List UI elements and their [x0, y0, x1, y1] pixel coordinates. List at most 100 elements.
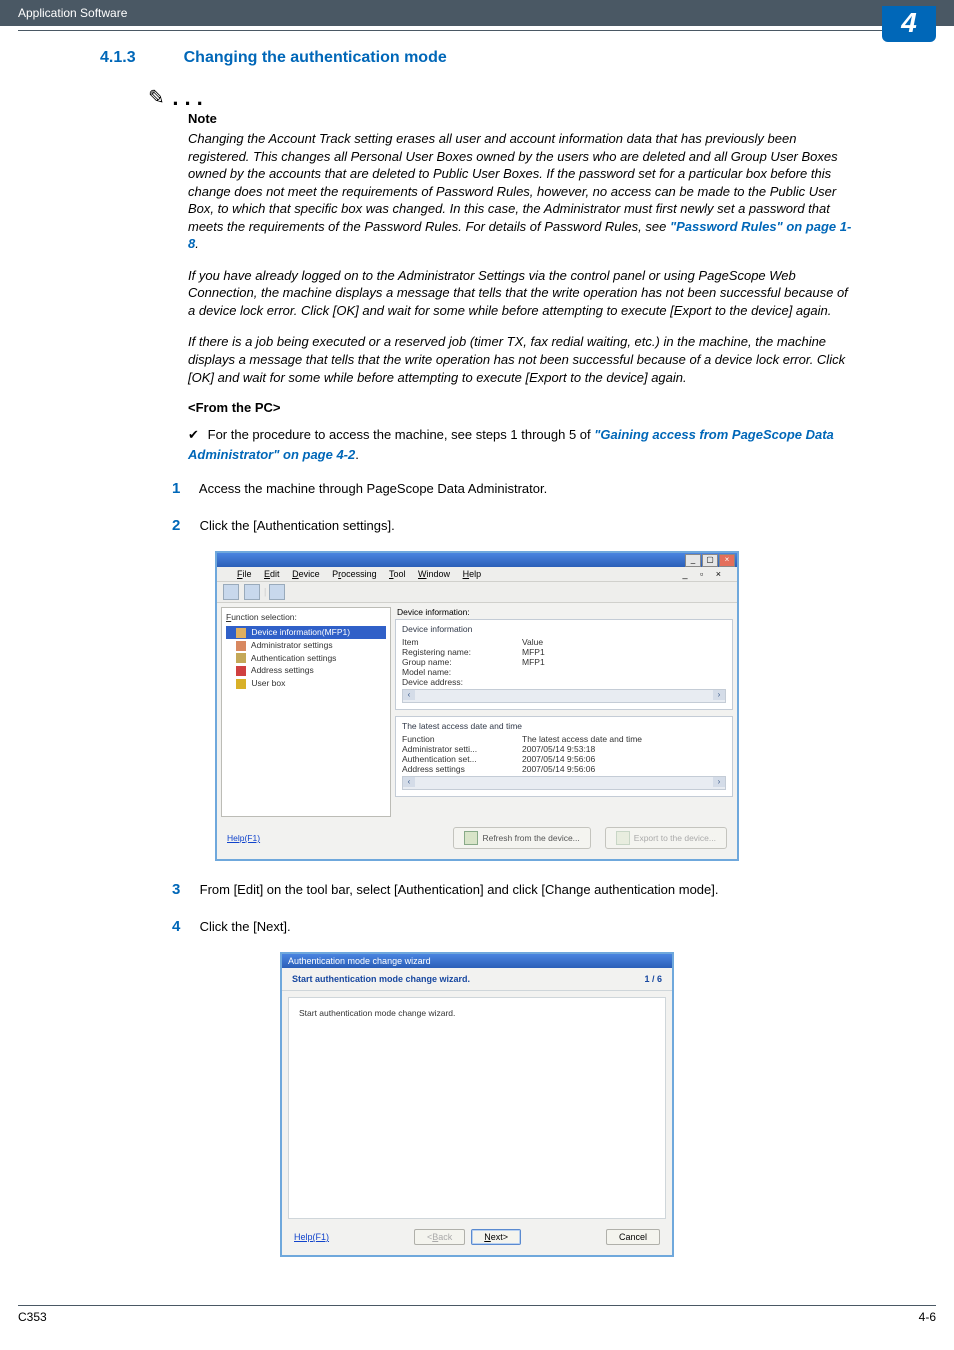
step-3: 3 From [Edit] on the tool bar, select [A…: [172, 879, 854, 902]
tree-device-information-label: Device information(MFP1): [251, 627, 350, 637]
function-selection-pane: Function selection: Device information(M…: [221, 607, 391, 817]
note-paragraph-2: If you have already logged on to the Adm…: [188, 267, 854, 320]
note-block: ✎ ... Note Changing the Account Track se…: [188, 85, 854, 386]
row-device-address: Device address:: [402, 677, 522, 687]
wizard-body: Start authentication mode change wizard.: [288, 997, 666, 1219]
step-3-num: 3: [172, 879, 196, 902]
menu-tool[interactable]: Tool: [389, 569, 406, 579]
from-pc-heading: <From the PC>: [188, 400, 854, 415]
note-paragraph-1: Changing the Account Track setting erase…: [188, 130, 854, 253]
footer-page-number: 4-6: [919, 1310, 936, 1324]
check-icon: ✔: [188, 425, 204, 445]
tree-user-box[interactable]: User box: [226, 677, 386, 690]
address-settings-icon: [236, 666, 246, 676]
wizard-cancel-button[interactable]: Cancel: [606, 1229, 660, 1245]
scroll-right-icon-2[interactable]: ›: [713, 777, 725, 787]
tree-device-information[interactable]: Device information(MFP1): [226, 626, 386, 639]
scroll-left-icon-2[interactable]: ‹: [403, 777, 415, 787]
wizard-subbar: Start authentication mode change wizard.…: [282, 968, 672, 991]
row-address-time: 2007/05/14 9:56:06: [522, 764, 595, 774]
menu-help[interactable]: Help: [463, 569, 482, 579]
screenshot-2-wrap: Authentication mode change wizard Start …: [100, 952, 854, 1257]
refresh-from-device-button[interactable]: Refresh from the device...: [453, 827, 590, 849]
wizard-body-text: Start authentication mode change wizard.: [299, 1008, 455, 1018]
device-info-icon: [236, 628, 246, 638]
device-info-scrollbar[interactable]: ‹ ›: [402, 689, 726, 703]
tree-administrator-settings[interactable]: Administrator settings: [226, 639, 386, 652]
col-item: Item: [402, 637, 522, 647]
close-icon[interactable]: ×: [719, 554, 735, 567]
row-admin-time: 2007/05/14 9:53:18: [522, 744, 595, 754]
refresh-icon: [464, 831, 478, 845]
header-bar: Application Software: [0, 0, 954, 26]
mdi-restore-icon[interactable]: ▫: [700, 569, 703, 579]
step-1-text: Access the machine through PageScope Dat…: [199, 481, 547, 496]
step-2: 2 Click the [Authentication settings].: [172, 515, 854, 538]
menu-processing[interactable]: Processing: [332, 569, 377, 579]
function-selection-label: Function selection:: [226, 612, 386, 622]
step-4: 4 Click the [Next].: [172, 916, 854, 939]
header-section: Application Software: [18, 6, 127, 20]
row-admin-func: Administrator setti...: [402, 744, 522, 754]
wizard-titlebar: Authentication mode change wizard: [282, 954, 672, 968]
toolbar-tool-icon[interactable]: [269, 584, 285, 600]
auth-settings-icon: [236, 653, 246, 663]
prereq-text-a: For the procedure to access the machine,…: [208, 427, 595, 442]
latest-access-group: The latest access date and time Function…: [395, 716, 733, 797]
pen-icon: ✎: [148, 85, 165, 110]
screenshot-1-wrap: _ ▢ × FFileile Edit Device Processing To…: [100, 551, 854, 861]
window-footer: Help(F1) Refresh from the device... Expo…: [217, 821, 737, 859]
tree-authentication-settings[interactable]: Authentication settings: [226, 652, 386, 665]
row-address-func: Address settings: [402, 764, 522, 774]
device-information-title: Device information: [402, 624, 726, 634]
wizard-step-title: Start authentication mode change wizard.: [292, 974, 470, 984]
menubar: FFileile Edit Device Processing Tool Win…: [217, 567, 737, 582]
latest-access-scrollbar[interactable]: ‹ ›: [402, 776, 726, 790]
maximize-icon[interactable]: ▢: [702, 554, 718, 567]
note-p1-text-b: .: [195, 236, 199, 251]
data-administrator-window: _ ▢ × FFileile Edit Device Processing To…: [215, 551, 739, 861]
tree-authentication-settings-label: Authentication settings: [251, 653, 337, 663]
auth-mode-change-wizard-window: Authentication mode change wizard Start …: [280, 952, 674, 1257]
step-4-text: Click the [Next].: [200, 919, 291, 934]
tree-address-settings[interactable]: Address settings: [226, 664, 386, 677]
toolbar-export-icon[interactable]: [244, 584, 260, 600]
scroll-right-icon[interactable]: ›: [713, 690, 725, 700]
chapter-number: 4: [901, 7, 917, 38]
help-link[interactable]: Help(F1): [227, 833, 260, 843]
step-2-num: 2: [172, 515, 196, 538]
menu-device[interactable]: Device: [292, 569, 320, 579]
section-title: Changing the authentication mode: [184, 49, 447, 66]
tree-administrator-settings-label: Administrator settings: [251, 640, 333, 650]
wizard-step-counter: 1 / 6: [644, 974, 662, 984]
menu-window[interactable]: Window: [418, 569, 450, 579]
menu-file[interactable]: FFileile: [237, 569, 252, 579]
step-4-num: 4: [172, 916, 196, 939]
mdi-close-icon[interactable]: ×: [716, 569, 721, 579]
prerequisite-line: ✔ For the procedure to access the machin…: [188, 425, 854, 464]
wizard-back-button[interactable]: <Back: [414, 1229, 465, 1245]
col-value: Value: [522, 637, 543, 647]
window-titlebar: _ ▢ ×: [217, 553, 737, 567]
export-to-device-button[interactable]: Export to the device...: [605, 827, 727, 849]
step-2-text: Click the [Authentication settings].: [200, 518, 395, 533]
minimize-icon[interactable]: _: [685, 554, 701, 567]
toolbar: |: [217, 582, 737, 603]
wizard-footer: Help(F1) <Back Next> Cancel: [282, 1225, 672, 1255]
row-registering-name-val: MFP1: [522, 647, 545, 657]
row-registering-name: Registering name:: [402, 647, 522, 657]
toolbar-import-icon[interactable]: [223, 584, 239, 600]
device-info-label: Device information:: [397, 607, 733, 617]
user-box-icon: [236, 679, 246, 689]
chapter-number-box: 4: [882, 6, 936, 42]
note-label: Note: [188, 111, 854, 126]
prereq-text-b: .: [355, 447, 359, 462]
wizard-help-link[interactable]: Help(F1): [294, 1232, 329, 1242]
mdi-minimize-icon[interactable]: _: [682, 569, 687, 579]
menu-edit[interactable]: Edit: [264, 569, 280, 579]
wizard-next-button[interactable]: Next>: [471, 1229, 521, 1245]
col-function: Function: [402, 734, 522, 744]
scroll-left-icon[interactable]: ‹: [403, 690, 415, 700]
admin-settings-icon: [236, 641, 246, 651]
tree-address-settings-label: Address settings: [251, 665, 314, 675]
